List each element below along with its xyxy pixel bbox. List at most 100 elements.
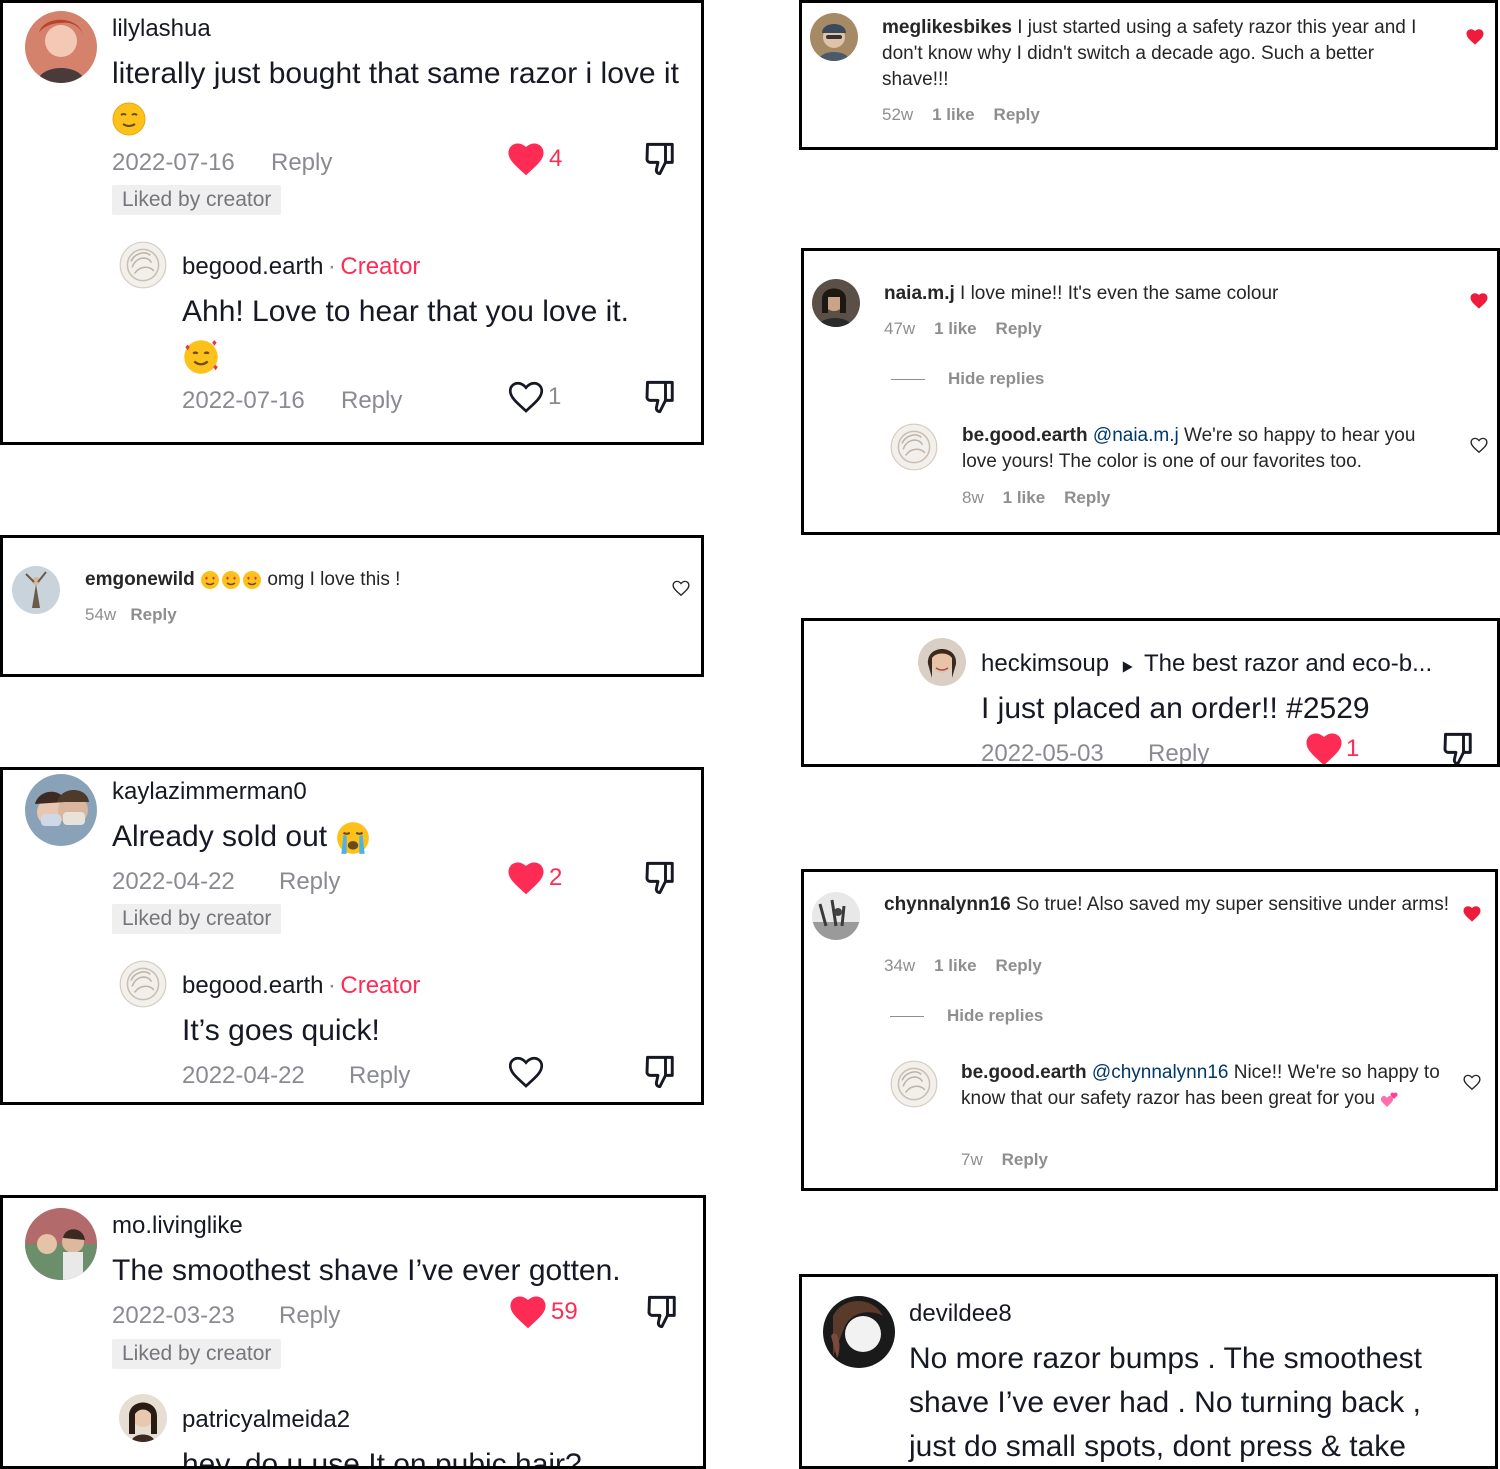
comment-header: heckimsoup The best razor and eco-b...: [981, 650, 1432, 678]
like-count[interactable]: 1 like: [932, 105, 975, 124]
like-count: 1: [1346, 735, 1360, 762]
like-count[interactable]: 1 like: [1003, 488, 1046, 507]
avatar[interactable]: [12, 566, 60, 614]
liked-by-creator-badge: Liked by creator: [112, 1339, 282, 1369]
reply-text: hey, do u use It on pubic hair?: [182, 1448, 582, 1469]
creator-avatar[interactable]: [890, 1060, 938, 1108]
heart-outline-icon[interactable]: [1470, 437, 1488, 454]
heart-filled-icon[interactable]: [1466, 29, 1484, 45]
dislike-icon[interactable]: [643, 1054, 679, 1090]
like-count: 2: [549, 864, 563, 891]
comment-card-devildee8: devildee8 No more razor bumps . The smoo…: [799, 1274, 1498, 1469]
mention-link[interactable]: @chynnalynn16: [1092, 1062, 1229, 1083]
heart-filled-icon[interactable]: [1463, 906, 1481, 922]
reply-button[interactable]: Reply: [996, 956, 1042, 975]
heart-outline-icon[interactable]: [508, 1056, 544, 1089]
comment-card-naia-m-j: naia.m.j I love mine!! It's even the sam…: [801, 248, 1500, 535]
reply-button[interactable]: Reply: [279, 868, 340, 896]
comment-username[interactable]: chynnalynn16: [884, 894, 1011, 915]
comment-time: 34w: [884, 956, 916, 975]
avatar[interactable]: [812, 279, 860, 327]
separator-dot: ·: [327, 253, 336, 280]
hide-replies-button[interactable]: Hide replies: [947, 1006, 1043, 1026]
heart-filled-icon[interactable]: [508, 862, 544, 895]
reply-body: be.good.earth @chynnalynn16 Nice!! We're…: [961, 1060, 1441, 1112]
comment-username[interactable]: meglikesbikes: [882, 17, 1012, 38]
reply-button[interactable]: Reply: [1148, 740, 1209, 764]
heart-outline-icon[interactable]: [508, 381, 544, 414]
creator-avatar[interactable]: [119, 960, 167, 1008]
comment-time: 52w: [882, 105, 914, 124]
dislike-icon[interactable]: [645, 1294, 681, 1330]
reply-button[interactable]: Reply: [996, 319, 1042, 338]
comment-username[interactable]: devildee8: [909, 1300, 1012, 1328]
avatar[interactable]: [812, 892, 860, 940]
avatar[interactable]: [810, 13, 858, 61]
like-count[interactable]: 1 like: [934, 956, 977, 975]
reply-button[interactable]: Reply: [271, 149, 332, 177]
smiling-face-with-hearts-emoji-icon: [184, 340, 218, 374]
heart-filled-icon[interactable]: [1306, 733, 1342, 766]
mention-link[interactable]: @naia.m.j: [1093, 425, 1179, 446]
comment-text: omg I love this !: [267, 569, 401, 590]
hide-replies-line: [891, 379, 925, 380]
creator-label: Creator: [340, 253, 421, 280]
dislike-icon[interactable]: [643, 379, 679, 415]
reply-username[interactable]: be.good.earth: [961, 1062, 1087, 1083]
dislike-icon[interactable]: [643, 141, 679, 177]
reply-username[interactable]: begood.earth: [182, 253, 323, 280]
comment-username[interactable]: emgonewild: [85, 569, 195, 590]
comment-time: 54w: [85, 605, 117, 624]
reply-text: It’s goes quick!: [182, 1014, 380, 1047]
comment-username[interactable]: lilylashua: [112, 15, 211, 43]
video-title-link[interactable]: The best razor and eco-b...: [1144, 650, 1432, 677]
like-count[interactable]: 1 like: [934, 319, 977, 338]
hide-replies-button[interactable]: Hide replies: [948, 369, 1044, 389]
comment-card-lilylashua: lilylashua literally just bought that sa…: [0, 0, 704, 445]
reply-button[interactable]: Reply: [349, 1062, 410, 1090]
avatar[interactable]: [25, 11, 97, 83]
comment-meta: 47w 1 like Reply: [884, 319, 1042, 339]
heart-outline-icon[interactable]: [1463, 1074, 1481, 1091]
heart-filled-icon[interactable]: [1470, 293, 1488, 309]
two-hearts-emoji-icon: [1381, 1092, 1398, 1107]
comment-date: 2022-07-16: [112, 149, 235, 176]
reply-button[interactable]: Reply: [279, 1302, 340, 1330]
avatar[interactable]: [823, 1296, 895, 1368]
like-count: 1: [548, 383, 562, 410]
reply-username[interactable]: be.good.earth: [962, 425, 1088, 446]
avatar[interactable]: [25, 774, 97, 846]
dislike-icon[interactable]: [643, 860, 679, 896]
dislike-icon[interactable]: [1441, 731, 1477, 767]
comment-username[interactable]: heckimsoup: [981, 650, 1109, 677]
comment-username[interactable]: mo.livinglike: [112, 1212, 243, 1240]
reply-date: 2022-04-22: [182, 1062, 305, 1089]
like-count: 59: [551, 1298, 578, 1325]
comment-username[interactable]: kaylazimmerman0: [112, 778, 307, 806]
reply-avatar[interactable]: [119, 1394, 167, 1442]
heart-filled-icon[interactable]: [510, 1296, 546, 1329]
comment-date: 2022-05-03: [981, 740, 1104, 767]
avatar[interactable]: [918, 638, 966, 686]
reply-date: 2022-07-16: [182, 387, 305, 414]
comment-date: 2022-04-22: [112, 868, 235, 895]
comment-card-kaylazimmerman0: kaylazimmerman0 Already sold out 2022-04…: [0, 767, 704, 1105]
reply-username[interactable]: begood.earth: [182, 972, 323, 999]
heart-outline-icon[interactable]: [672, 580, 690, 597]
comment-username[interactable]: naia.m.j: [884, 283, 955, 304]
creator-avatar[interactable]: [890, 423, 938, 471]
reply-button[interactable]: Reply: [341, 387, 402, 415]
hide-replies-label: Hide replies: [947, 1006, 1044, 1025]
reply-button[interactable]: Reply: [1064, 488, 1110, 507]
reply-button[interactable]: Reply: [130, 605, 176, 624]
reply-username[interactable]: patricyalmeida2: [182, 1406, 350, 1434]
avatar[interactable]: [25, 1208, 97, 1280]
creator-avatar[interactable]: [119, 241, 167, 289]
comment-text: The smoothest shave I’ve ever gotten.: [112, 1254, 621, 1287]
heart-filled-icon[interactable]: [508, 143, 544, 176]
comment-line: naia.m.j I love mine!! It's even the sam…: [884, 281, 1278, 307]
reply-button[interactable]: Reply: [994, 105, 1040, 124]
reply-button[interactable]: Reply: [1002, 1150, 1048, 1169]
heart-eyes-emoji-icon: [200, 570, 262, 590]
comment-text-body: literally just bought that same razor i …: [112, 57, 679, 90]
